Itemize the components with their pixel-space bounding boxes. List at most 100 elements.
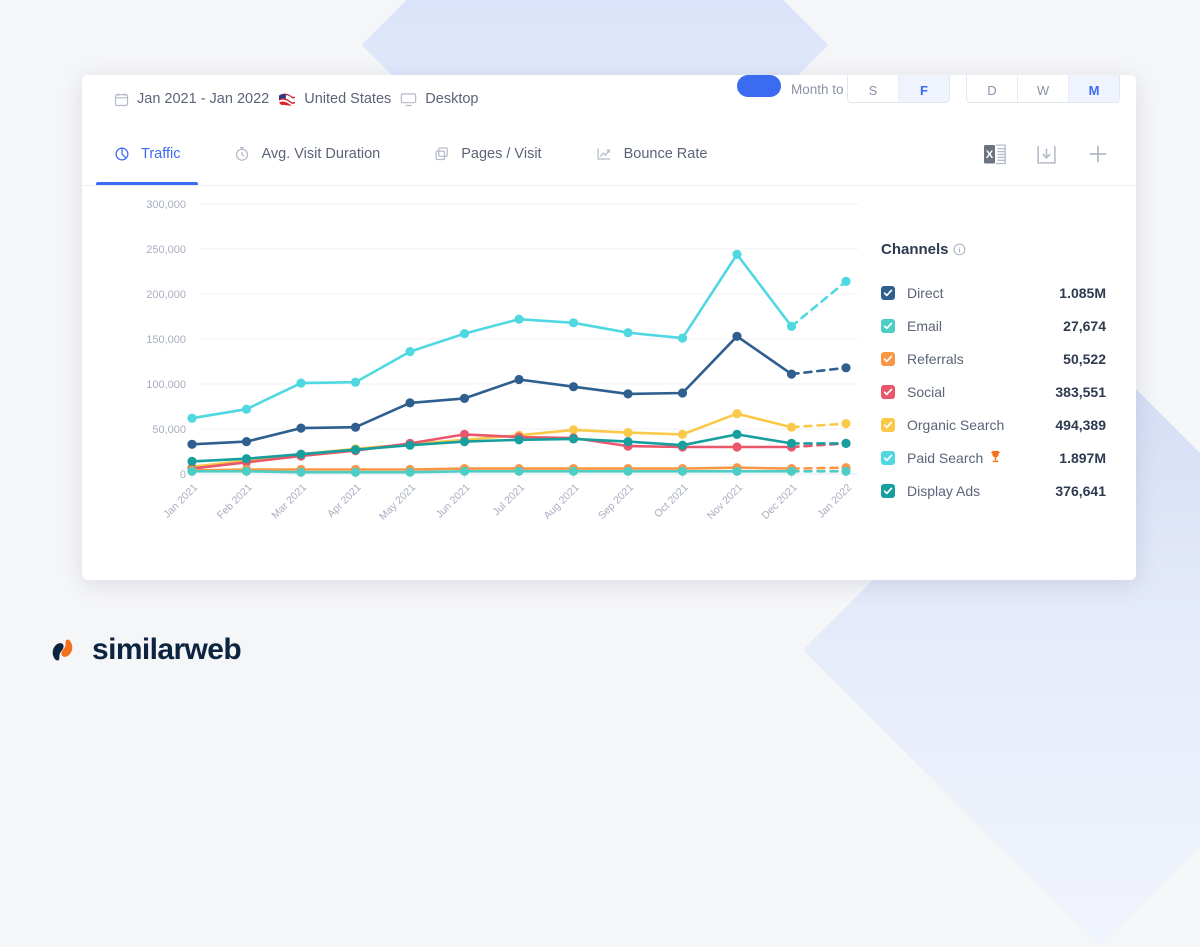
series-data-point[interactable] <box>241 454 252 464</box>
series-data-point[interactable] <box>732 331 742 341</box>
series-data-point[interactable] <box>241 466 252 476</box>
legend-row[interactable]: Display Ads 376,641 <box>881 474 1106 507</box>
series-data-point[interactable] <box>187 466 197 476</box>
series-data-point[interactable] <box>459 393 470 403</box>
legend-row[interactable]: Email 27,674 <box>881 309 1106 342</box>
series-data-point[interactable] <box>405 467 415 477</box>
series-data-point[interactable] <box>350 467 361 477</box>
series-data-point[interactable] <box>514 314 524 324</box>
series-data-point[interactable] <box>350 422 361 432</box>
granularity-option-f[interactable]: F <box>899 75 949 102</box>
series-data-point[interactable] <box>187 456 197 466</box>
series-data-point[interactable] <box>514 466 524 476</box>
series-data-point[interactable] <box>296 423 306 433</box>
series-data-point[interactable] <box>732 466 742 476</box>
tab-traffic[interactable]: Traffic <box>95 123 200 185</box>
add-plus-icon[interactable] <box>1086 142 1110 166</box>
granularity-option-m[interactable]: M <box>1069 75 1119 102</box>
series-data-point[interactable] <box>677 440 688 450</box>
series-data-point[interactable] <box>786 466 797 476</box>
series-data-point[interactable] <box>841 466 851 476</box>
series-data-point[interactable] <box>568 425 579 435</box>
series-data-point[interactable] <box>841 419 851 429</box>
series-data-point[interactable] <box>405 440 415 450</box>
series-data-point[interactable] <box>459 329 470 339</box>
legend-checkbox[interactable] <box>881 384 895 399</box>
series-forecast-line <box>790 422 848 429</box>
series-data-point[interactable] <box>732 442 742 452</box>
series-data-point[interactable] <box>841 363 851 373</box>
series-data-point[interactable] <box>350 377 361 387</box>
series-data-point[interactable] <box>241 404 252 414</box>
granularity-option-d[interactable]: D <box>967 75 1018 102</box>
date-range-filter[interactable]: Jan 2021 - Jan 2022 <box>114 91 269 107</box>
x-axis-tick-label: Mar 2021 <box>269 482 309 522</box>
series-data-point[interactable] <box>459 437 470 447</box>
series-data-point[interactable] <box>786 422 797 432</box>
device-filter[interactable]: Desktop <box>400 91 478 107</box>
legend-row[interactable]: Organic Search 494,389 <box>881 408 1106 441</box>
series-data-point[interactable] <box>677 429 688 439</box>
series-data-point[interactable] <box>677 333 688 343</box>
y-axis-tick-label: 50,000 <box>152 424 186 436</box>
month-to-date-switch[interactable] <box>737 75 781 97</box>
export-excel-icon[interactable]: X <box>983 142 1007 167</box>
series-data-point[interactable] <box>623 389 633 399</box>
series-data-point[interactable] <box>786 438 797 448</box>
series-data-point[interactable] <box>459 466 470 476</box>
series-data-point[interactable] <box>841 438 851 448</box>
series-data-point[interactable] <box>296 467 306 477</box>
series-data-point[interactable] <box>187 439 197 449</box>
tab-avg-visit-duration[interactable]: Avg. Visit Duration <box>234 123 380 185</box>
series-data-point[interactable] <box>732 429 742 439</box>
info-circle-icon[interactable] <box>953 243 966 256</box>
series-data-point[interactable] <box>568 382 579 392</box>
legend-checkbox[interactable] <box>881 318 895 333</box>
series-data-point[interactable] <box>241 437 252 447</box>
series-data-point[interactable] <box>514 435 524 445</box>
series-data-point[interactable] <box>405 347 415 357</box>
series-data-point[interactable] <box>296 378 306 388</box>
granularity-group-left: S F <box>847 75 950 103</box>
series-data-point[interactable] <box>677 388 688 398</box>
series-data-point[interactable] <box>623 428 633 438</box>
legend-checkbox[interactable] <box>881 285 895 300</box>
legend-label: Referrals <box>907 351 1063 367</box>
series-data-point[interactable] <box>405 398 415 408</box>
series-data-point[interactable] <box>623 328 633 338</box>
legend-checkbox[interactable] <box>881 417 895 432</box>
series-data-point[interactable] <box>623 466 633 476</box>
similarweb-logo-icon <box>45 633 79 667</box>
series-data-point[interactable] <box>187 413 197 423</box>
legend-row[interactable]: Referrals 50,522 <box>881 342 1106 375</box>
tab-bounce-rate[interactable]: Bounce Rate <box>596 123 707 185</box>
download-icon[interactable] <box>1035 143 1058 166</box>
series-data-point[interactable] <box>514 374 524 385</box>
legend-checkbox[interactable] <box>881 351 895 366</box>
legend-row[interactable]: Direct 1.085M <box>881 276 1106 309</box>
country-filter[interactable]: United States <box>278 91 391 107</box>
legend-row[interactable]: Paid Search 1.897M <box>881 441 1106 474</box>
traffic-line-chart[interactable]: 0 50,000 100,000 150,000 200,000 250,000 300,0… <box>82 186 871 579</box>
legend-checkbox[interactable] <box>881 483 895 498</box>
x-axis-tick-label: Dec 2021 <box>759 482 799 522</box>
granularity-option-s[interactable]: S <box>848 75 899 102</box>
series-data-point[interactable] <box>732 409 742 419</box>
series-data-point[interactable] <box>623 437 633 447</box>
series-data-point[interactable] <box>732 249 742 259</box>
granularity-option-w[interactable]: W <box>1018 75 1069 102</box>
series-data-point[interactable] <box>786 321 797 331</box>
legend-value: 376,641 <box>1055 482 1106 499</box>
series-data-point[interactable] <box>350 445 361 455</box>
legend-row[interactable]: Social 383,551 <box>881 375 1106 408</box>
series-data-point[interactable] <box>568 434 579 444</box>
legend-checkbox[interactable] <box>881 450 895 465</box>
series-data-point[interactable] <box>841 276 851 286</box>
series-data-point[interactable] <box>296 449 306 459</box>
series-data-point[interactable] <box>786 369 797 379</box>
series-data-point[interactable] <box>568 318 579 328</box>
y-axis-tick-label: 0 <box>180 469 186 481</box>
tab-pages-per-visit[interactable]: Pages / Visit <box>434 123 542 185</box>
series-data-point[interactable] <box>677 466 688 476</box>
series-data-point[interactable] <box>568 466 579 476</box>
